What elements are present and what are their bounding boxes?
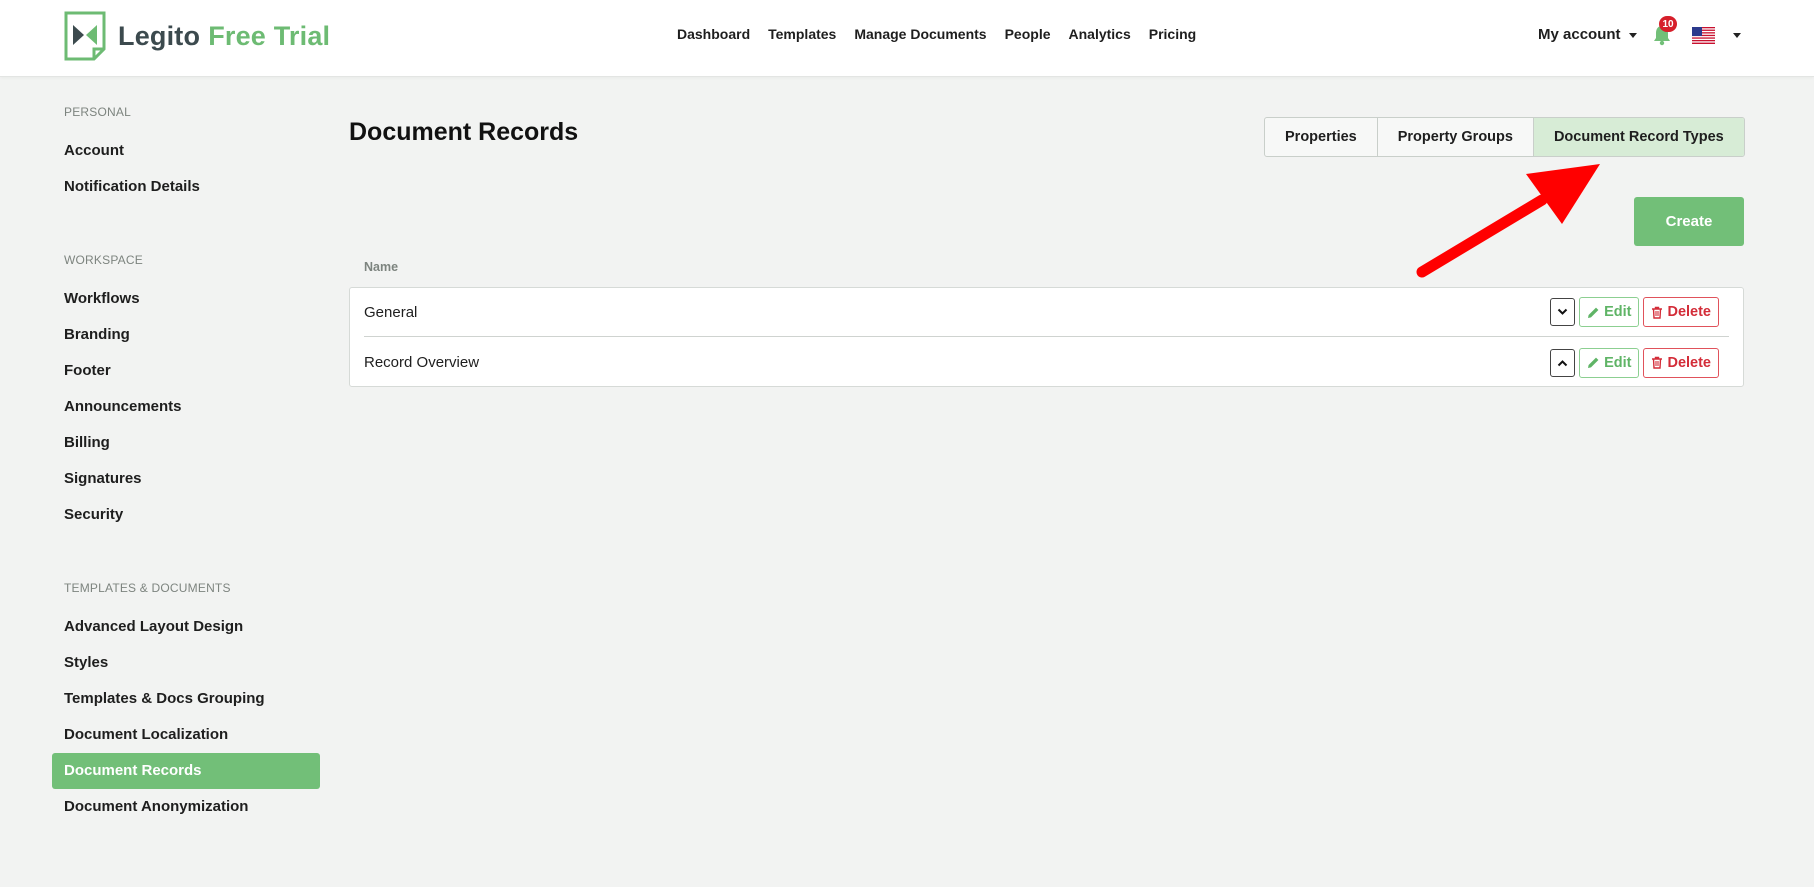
tab-property-groups[interactable]: Property Groups [1378,118,1534,156]
sidebar-item-branding[interactable]: Branding [52,317,320,353]
app-plan: Free Trial [208,20,331,51]
create-button[interactable]: Create [1634,197,1744,246]
collapse-button[interactable] [1550,348,1576,377]
chevron-down-icon [1557,308,1568,315]
sidebar-item-templates-docs-grouping[interactable]: Templates & Docs Grouping [52,681,320,717]
sidebar-item-document-localization[interactable]: Document Localization [52,717,320,753]
nav-templates[interactable]: Templates [768,26,836,42]
section-title-personal: PERSONAL [64,105,131,119]
column-header-name: Name [364,260,399,274]
section-title-templates-documents: TEMPLATES & DOCUMENTS [64,581,231,595]
language-dropdown-caret-icon[interactable] [1733,33,1741,38]
sidebar-item-document-records[interactable]: Document Records [52,753,320,789]
delete-button[interactable]: Delete [1643,347,1719,378]
notification-badge: 10 [1659,16,1677,32]
expand-button[interactable] [1550,298,1576,326]
table-row: Record Overview Edit Delete [364,338,1729,387]
sidebar-item-security[interactable]: Security [52,497,320,533]
edit-button[interactable]: Edit [1579,297,1640,327]
sidebar-item-styles[interactable]: Styles [52,645,320,681]
app-name: Legito Free Trial [118,20,331,51]
app-logo[interactable]: Legito Free Trial [64,11,330,61]
nav-analytics[interactable]: Analytics [1069,26,1131,42]
tab-document-record-types[interactable]: Document Record Types [1533,118,1744,156]
delete-button[interactable]: Delete [1643,297,1719,327]
sidebar-item-document-anonymization[interactable]: Document Anonymization [52,789,320,825]
sidebar-item-notification-details[interactable]: Notification Details [52,169,320,205]
nav-people[interactable]: People [1005,26,1051,42]
delete-label: Delete [1667,304,1711,320]
table-row: General Edit Delete [364,288,1729,337]
legito-logo-icon [64,11,106,61]
row-name: Record Overview [364,354,480,371]
nav-pricing[interactable]: Pricing [1149,26,1196,42]
row-name: General [364,303,418,321]
main-nav: Dashboard Templates Manage Documents Peo… [677,26,1214,42]
edit-label: Edit [1604,304,1632,320]
sidebar-item-announcements[interactable]: Announcements [52,389,320,425]
sidebar-item-account[interactable]: Account [52,133,320,169]
trash-icon [1652,306,1663,319]
row-actions: Edit Delete [1550,297,1719,327]
delete-label: Delete [1667,354,1711,371]
my-account-dropdown[interactable]: My account [1538,26,1637,43]
edit-label: Edit [1604,354,1632,371]
annotation-arrow-icon [1416,164,1600,278]
nav-manage-documents[interactable]: Manage Documents [854,26,986,42]
sidebar-item-signatures[interactable]: Signatures [52,461,320,497]
pencil-icon [1588,307,1599,318]
trash-icon [1652,356,1663,369]
section-title-workspace: WORKSPACE [64,253,143,267]
pencil-icon [1588,357,1599,368]
tab-properties[interactable]: Properties [1265,118,1378,156]
sidebar-item-footer[interactable]: Footer [52,353,320,389]
record-types-table: General Edit Delete Record Overview Edit [349,287,1744,387]
chevron-up-icon [1557,359,1568,366]
nav-dashboard[interactable]: Dashboard [677,26,750,42]
settings-sidebar: PERSONAL Account Notification Details WO… [52,100,320,825]
page-title: Document Records [349,118,579,146]
chevron-down-icon [1628,33,1637,38]
sidebar-item-workflows[interactable]: Workflows [52,281,320,317]
sidebar-item-advanced-layout-design[interactable]: Advanced Layout Design [52,609,320,645]
records-tabs: Properties Property Groups Document Reco… [1264,117,1745,157]
my-account-label: My account [1538,26,1621,43]
edit-button[interactable]: Edit [1579,347,1640,378]
sidebar-item-billing[interactable]: Billing [52,425,320,461]
us-flag-icon[interactable] [1692,27,1715,44]
row-actions: Edit Delete [1550,347,1719,378]
top-navigation-bar: Legito Free Trial Dashboard Templates Man… [0,0,1814,77]
